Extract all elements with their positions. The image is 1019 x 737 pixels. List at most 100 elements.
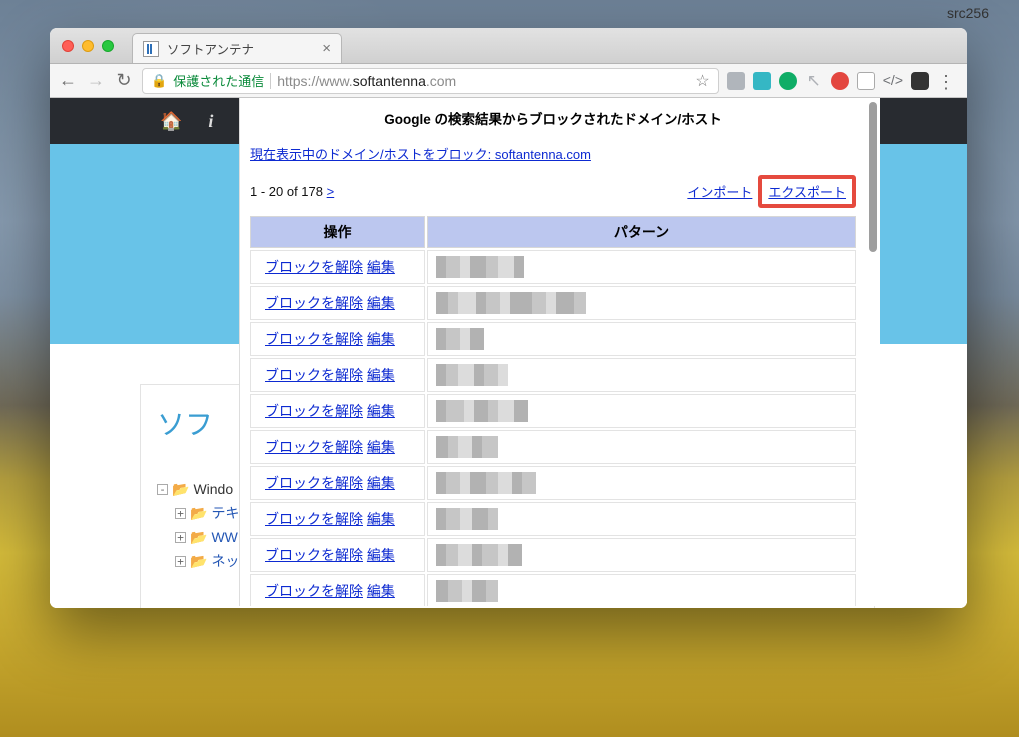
home-icon[interactable]: 🏠 [160, 111, 182, 132]
browser-tab[interactable]: ソフトアンテナ × [132, 33, 342, 63]
pattern-cell [427, 430, 856, 464]
blocklist-popup: Google の検索結果からブロックされたドメイン/ホスト 現在表示中のドメイン… [240, 98, 880, 606]
browser-window: ソフトアンテナ × ← → ↻ 🔒 保護された通信 https://www.so… [50, 28, 967, 608]
table-row: ブロックを解除 編集 [250, 538, 856, 572]
table-row: ブロックを解除 編集 [250, 394, 856, 428]
export-link[interactable]: エクスポート [768, 185, 846, 200]
export-highlight: エクスポート [758, 175, 856, 208]
close-window-button[interactable] [62, 40, 74, 52]
extension-icon[interactable] [857, 72, 875, 90]
tab-close-button[interactable]: × [322, 41, 331, 56]
unblock-link[interactable]: ブロックを解除 [265, 439, 363, 455]
col-operations: 操作 [250, 216, 425, 248]
row-actions: ブロックを解除 編集 [250, 250, 425, 284]
reload-button[interactable]: ↻ [114, 70, 134, 91]
unblock-link[interactable]: ブロックを解除 [265, 403, 363, 419]
edit-link[interactable]: 編集 [367, 295, 395, 311]
unblock-link[interactable]: ブロックを解除 [265, 259, 363, 275]
row-actions: ブロックを解除 編集 [250, 322, 425, 356]
browser-toolbar: ← → ↻ 🔒 保護された通信 https://www.softantenna.… [50, 64, 967, 98]
unblock-link[interactable]: ブロックを解除 [265, 331, 363, 347]
table-row: ブロックを解除 編集 [250, 286, 856, 320]
table-row: ブロックを解除 編集 [250, 502, 856, 536]
edit-link[interactable]: 編集 [367, 583, 395, 599]
unblock-link[interactable]: ブロックを解除 [265, 367, 363, 383]
pattern-cell [427, 466, 856, 500]
extension-icon[interactable] [727, 72, 745, 90]
maximize-window-button[interactable] [102, 40, 114, 52]
table-row: ブロックを解除 編集 [250, 250, 856, 284]
block-current-domain-link[interactable]: 現在表示中のドメイン/ホストをブロック: softantenna.com [248, 140, 858, 173]
row-actions: ブロックを解除 編集 [250, 358, 425, 392]
tab-favicon [143, 41, 159, 57]
extension-icon[interactable]: </> [883, 72, 903, 90]
row-actions: ブロックを解除 編集 [250, 466, 425, 500]
popup-title: Google の検索結果からブロックされたドメイン/ホスト [248, 98, 858, 140]
row-actions: ブロックを解除 編集 [250, 574, 425, 606]
pagination-range: 1 - 20 of 178 [250, 184, 323, 199]
edit-link[interactable]: 編集 [367, 367, 395, 383]
unblock-link[interactable]: ブロックを解除 [265, 475, 363, 491]
table-row: ブロックを解除 編集 [250, 574, 856, 606]
url-text: https://www.softantenna.com [277, 73, 456, 89]
extension-icons: ↖ </> ⋮ [727, 72, 959, 90]
address-bar[interactable]: 🔒 保護された通信 https://www.softantenna.com ☆ [142, 68, 719, 94]
bookmark-star-icon[interactable]: ☆ [695, 71, 709, 91]
scrollbar-thumb[interactable] [869, 102, 877, 252]
popup-scrollbar[interactable] [868, 100, 878, 604]
folder-icon: 📂 [172, 477, 189, 501]
table-row: ブロックを解除 編集 [250, 466, 856, 500]
page-viewport: 🏠 i ソフ - 📂 Windo + 📂 テキ [50, 98, 967, 608]
next-page-link[interactable]: > [327, 184, 335, 199]
browser-menu-button[interactable]: ⋮ [937, 72, 955, 90]
expand-icon[interactable]: + [175, 532, 186, 543]
unblock-link[interactable]: ブロックを解除 [265, 511, 363, 527]
edit-link[interactable]: 編集 [367, 403, 395, 419]
edit-link[interactable]: 編集 [367, 331, 395, 347]
expand-icon[interactable]: + [175, 556, 186, 567]
minimize-window-button[interactable] [82, 40, 94, 52]
row-actions: ブロックを解除 編集 [250, 502, 425, 536]
pattern-cell [427, 394, 856, 428]
import-link[interactable]: インポート [687, 182, 752, 201]
expand-icon[interactable]: + [175, 508, 186, 519]
window-controls [50, 40, 114, 52]
edit-link[interactable]: 編集 [367, 439, 395, 455]
info-icon[interactable]: i [208, 111, 213, 132]
pattern-cell [427, 538, 856, 572]
pattern-cell [427, 250, 856, 284]
collapse-icon[interactable]: - [157, 484, 168, 495]
divider [270, 73, 271, 89]
titlebar: ソフトアンテナ × [50, 28, 967, 64]
extension-icon[interactable] [753, 72, 771, 90]
forward-button[interactable]: → [86, 70, 106, 91]
source-label: src256 [947, 5, 989, 21]
extension-icon[interactable] [911, 72, 929, 90]
edit-link[interactable]: 編集 [367, 259, 395, 275]
blocklist-table: 操作 パターン ブロックを解除 編集ブロックを解除 編集ブロックを解除 編集ブロ… [248, 214, 858, 606]
extension-icon[interactable] [779, 72, 797, 90]
list-toolbar: 1 - 20 of 178 > インポート エクスポート [248, 173, 858, 214]
row-actions: ブロックを解除 編集 [250, 286, 425, 320]
pattern-cell [427, 286, 856, 320]
unblock-link[interactable]: ブロックを解除 [265, 295, 363, 311]
folder-icon: 📂 [190, 501, 207, 525]
table-row: ブロックを解除 編集 [250, 358, 856, 392]
pattern-cell [427, 574, 856, 606]
edit-link[interactable]: 編集 [367, 547, 395, 563]
back-button[interactable]: ← [58, 70, 78, 91]
folder-icon: 📂 [190, 549, 207, 573]
col-pattern: パターン [427, 216, 856, 248]
row-actions: ブロックを解除 編集 [250, 538, 425, 572]
folder-icon: 📂 [190, 525, 207, 549]
edit-link[interactable]: 編集 [367, 475, 395, 491]
personal-blocklist-extension-icon[interactable] [831, 72, 849, 90]
row-actions: ブロックを解除 編集 [250, 394, 425, 428]
edit-link[interactable]: 編集 [367, 511, 395, 527]
extension-icon[interactable]: ↖ [805, 72, 823, 90]
pattern-cell [427, 502, 856, 536]
unblock-link[interactable]: ブロックを解除 [265, 583, 363, 599]
secure-label: 保護された通信 [173, 71, 264, 90]
table-row: ブロックを解除 編集 [250, 322, 856, 356]
unblock-link[interactable]: ブロックを解除 [265, 547, 363, 563]
